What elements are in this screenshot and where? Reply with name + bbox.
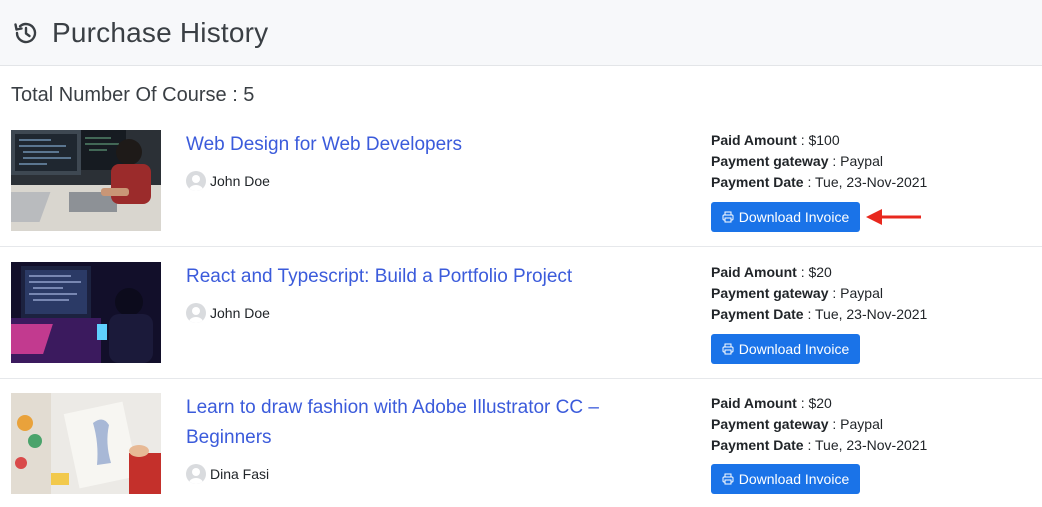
paid-amount-value: $20 — [808, 395, 832, 411]
course-title-link[interactable]: Learn to draw fashion with Adobe Illustr… — [186, 393, 656, 453]
course-author: John Doe — [186, 171, 270, 191]
author-name: John Doe — [210, 305, 270, 321]
payment-details: Paid Amount : $20 Payment gateway : Payp… — [711, 264, 928, 322]
purchase-row: Web Design for Web Developers John Doe P… — [0, 116, 1042, 247]
purchase-row: React and Typescript: Build a Portfolio … — [0, 248, 1042, 379]
paid-amount-value: $20 — [808, 264, 832, 280]
paid-amount-label: Paid Amount — [711, 132, 797, 148]
avatar-icon — [186, 171, 206, 191]
course-author: Dina Fasi — [186, 464, 269, 484]
payment-gateway-value: Paypal — [840, 153, 883, 169]
download-invoice-label: Download Invoice — [738, 209, 850, 225]
paid-amount-label: Paid Amount — [711, 264, 797, 280]
total-courses-count: Total Number Of Course : 5 — [11, 84, 255, 106]
payment-gateway-value: Paypal — [840, 285, 883, 301]
purchase-row: Learn to draw fashion with Adobe Illustr… — [0, 379, 1042, 507]
page-header: Purchase History — [0, 0, 1042, 66]
course-thumbnail[interactable] — [11, 130, 161, 231]
course-title-link[interactable]: Web Design for Web Developers — [186, 130, 656, 160]
printer-icon — [722, 343, 734, 355]
paid-amount-value: $100 — [808, 132, 840, 148]
course-thumbnail[interactable] — [11, 262, 161, 363]
printer-icon — [722, 211, 734, 223]
payment-date-label: Payment Date — [711, 174, 804, 190]
author-name: John Doe — [210, 173, 270, 189]
payment-date-value: Tue, 23-Nov-2021 — [815, 306, 928, 322]
download-invoice-button[interactable]: Download Invoice — [711, 334, 860, 364]
payment-details: Paid Amount : $20 Payment gateway : Payp… — [711, 395, 928, 453]
page-title: Purchase History — [52, 16, 269, 48]
payment-details: Paid Amount : $100 Payment gateway : Pay… — [711, 132, 928, 190]
payment-gateway-value: Paypal — [840, 416, 883, 432]
payment-date-label: Payment Date — [711, 306, 804, 322]
author-name: Dina Fasi — [210, 466, 270, 482]
course-thumbnail[interactable] — [11, 393, 161, 494]
annotation-arrow-icon — [866, 209, 921, 225]
download-invoice-button[interactable]: Download Invoice — [711, 464, 860, 494]
payment-gateway-label: Payment gateway — [711, 153, 829, 169]
payment-date-value: Tue, 23-Nov-2021 — [815, 174, 928, 190]
payment-gateway-label: Payment gateway — [711, 285, 829, 301]
download-invoice-button[interactable]: Download Invoice — [711, 202, 860, 232]
payment-date-value: Tue, 23-Nov-2021 — [815, 437, 928, 453]
download-invoice-label: Download Invoice — [738, 471, 850, 487]
course-title-link[interactable]: React and Typescript: Build a Portfolio … — [186, 262, 656, 292]
printer-icon — [722, 473, 734, 485]
payment-gateway-label: Payment gateway — [711, 416, 829, 432]
payment-date-label: Payment Date — [711, 437, 804, 453]
avatar-icon — [186, 464, 206, 484]
download-invoice-label: Download Invoice — [738, 341, 850, 357]
course-author: John Doe — [186, 303, 270, 323]
paid-amount-label: Paid Amount — [711, 395, 797, 411]
history-icon — [12, 19, 40, 47]
avatar-icon — [186, 303, 206, 323]
